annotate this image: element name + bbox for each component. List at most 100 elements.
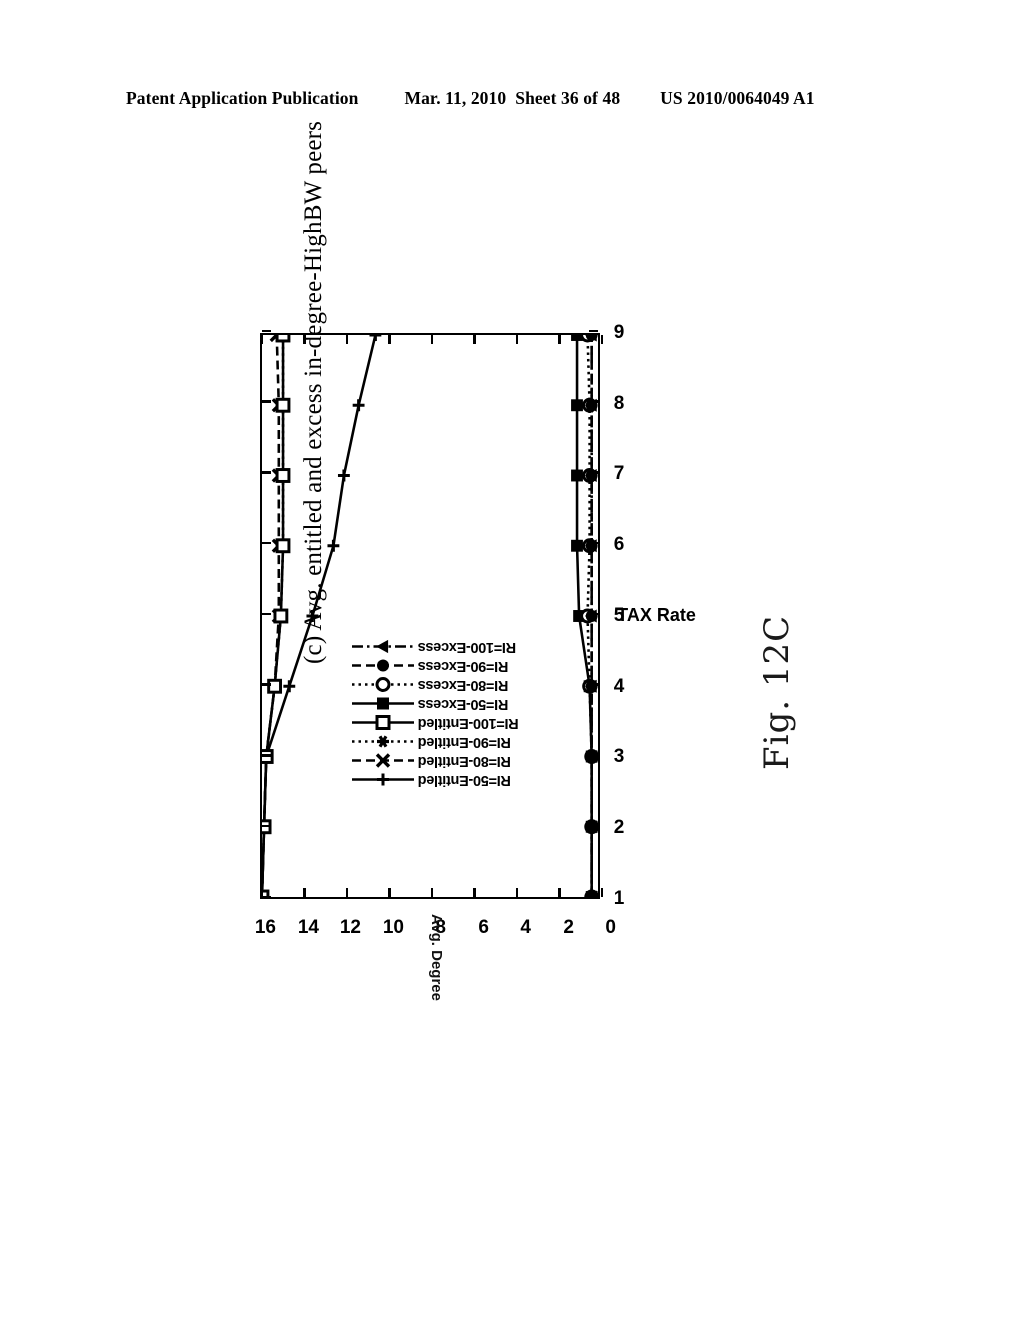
legend-label: RI=90-Excess [418, 658, 509, 674]
y-tick-label: 10 [382, 917, 404, 938]
plus-icon [369, 335, 382, 341]
legend-entry: RI=100-Excess [352, 637, 516, 656]
x-tick [262, 683, 271, 686]
legend-sample [352, 656, 414, 675]
legend-entry: RI=100-Entitled [352, 713, 519, 732]
legend-marker-svg [352, 659, 414, 672]
x-tick [589, 683, 598, 686]
x-tick-label: 4 [613, 675, 625, 697]
legend-marker-svg [352, 677, 414, 692]
x-tick [262, 612, 271, 616]
legend-label: RI=50-Entitled [418, 772, 511, 788]
x-tick [589, 329, 598, 333]
x-tick [262, 825, 271, 828]
open-circle-icon [375, 677, 391, 692]
plus-icon [352, 399, 365, 412]
y-tick [303, 888, 306, 897]
x-tick [589, 754, 598, 757]
legend-entry: RI=80-Entitled [352, 751, 511, 770]
filled-square-icon [571, 469, 583, 482]
y-tick [260, 335, 264, 344]
legend-marker-svg [352, 753, 414, 768]
x-tick [589, 542, 598, 545]
patent-figure: 123456789 0 2 4 6 8 10 12 14 16 TAX Rate Avg. De… [0, 0, 1024, 1320]
y-tick [600, 888, 604, 897]
y-tick-label: 14 [297, 917, 319, 938]
legend-entry: RI=50-Excess [352, 694, 508, 713]
x-tick-label: 2 [613, 817, 625, 839]
y-tick [260, 888, 264, 897]
legend-sample [352, 637, 414, 656]
legend-sample [352, 770, 414, 789]
open-square-icon [275, 538, 291, 554]
y-tick [558, 888, 561, 897]
filled-circle-icon [377, 659, 389, 672]
open-square-icon [267, 678, 283, 694]
y-tick-label: 0 [605, 917, 616, 938]
legend-label: RI=100-Entitled [418, 715, 519, 731]
y-tick [600, 335, 604, 344]
y-tick [345, 335, 349, 344]
y-tick-label: 2 [562, 917, 574, 938]
x-tick-label: 1 [613, 888, 625, 909]
y-axis-title: Avg. Degree [428, 914, 445, 1001]
y-tick [388, 888, 391, 897]
open-square-icon [275, 468, 291, 483]
x-tick-label: 7 [613, 463, 625, 485]
x-tick-label: 9 [613, 322, 625, 343]
x-axis-title: TAX Rate [617, 605, 696, 626]
legend-entry: RI=50-Entitled [352, 770, 511, 789]
x-tick [589, 895, 598, 899]
filled-square-icon [571, 539, 583, 552]
y-tick-label: 16 [254, 917, 276, 938]
chart-legend: RI=50-Entitled RI=80-Entitled RI=90-Entitl… [352, 637, 519, 789]
y-tick [430, 888, 434, 897]
legend-sample [352, 713, 414, 732]
series-3 [262, 335, 291, 897]
legend-label: RI=50-Excess [418, 696, 509, 712]
figure-caption: (c) Avg. entitled and excess in-degree-H… [300, 120, 327, 664]
legend-marker-svg [352, 715, 414, 730]
x-tick [262, 542, 271, 545]
legend-entry: RI=90-Entitled [352, 732, 511, 751]
legend-entry: RI=80-Excess [352, 675, 508, 694]
legend-label: RI=90-Entitled [418, 734, 511, 750]
legend-label: RI=80-Excess [418, 677, 509, 693]
filled-triangle-icon [376, 639, 389, 654]
y-tick [345, 888, 349, 897]
x-tick [262, 400, 271, 403]
open-square-icon [375, 715, 391, 730]
y-tick [515, 335, 519, 344]
plus-icon [377, 773, 389, 786]
star-icon [377, 735, 389, 748]
open-square-icon [275, 397, 291, 413]
plus-icon [337, 469, 350, 482]
legend-entry: RI=90-Excess [352, 656, 508, 675]
open-square-icon [273, 608, 289, 624]
x-tick [589, 471, 598, 474]
x-tick [262, 754, 271, 757]
legend-sample [352, 732, 414, 751]
x-tick [262, 895, 271, 899]
x-tick [262, 329, 271, 333]
y-tick-label: 6 [477, 917, 489, 938]
legend-marker-svg [352, 735, 414, 748]
legend-sample [352, 751, 414, 770]
x-tick [589, 400, 598, 403]
plus-icon [327, 539, 340, 552]
legend-label: RI=100-Excess [418, 639, 517, 655]
legend-label: RI=80-Entitled [418, 753, 511, 769]
x-tick-label: 6 [613, 534, 625, 556]
legend-marker-svg [352, 639, 414, 654]
plus-icon [283, 680, 296, 693]
y-tick [388, 335, 391, 344]
figure-number-handwritten: Fig. 12C [757, 614, 797, 770]
y-tick [558, 335, 561, 344]
y-tick [430, 335, 434, 344]
legend-marker-svg [352, 773, 414, 786]
legend-sample [352, 675, 414, 694]
y-tick [473, 888, 476, 897]
open-square-icon [275, 335, 291, 343]
legend-marker-svg [352, 697, 414, 710]
y-tick [515, 888, 519, 897]
